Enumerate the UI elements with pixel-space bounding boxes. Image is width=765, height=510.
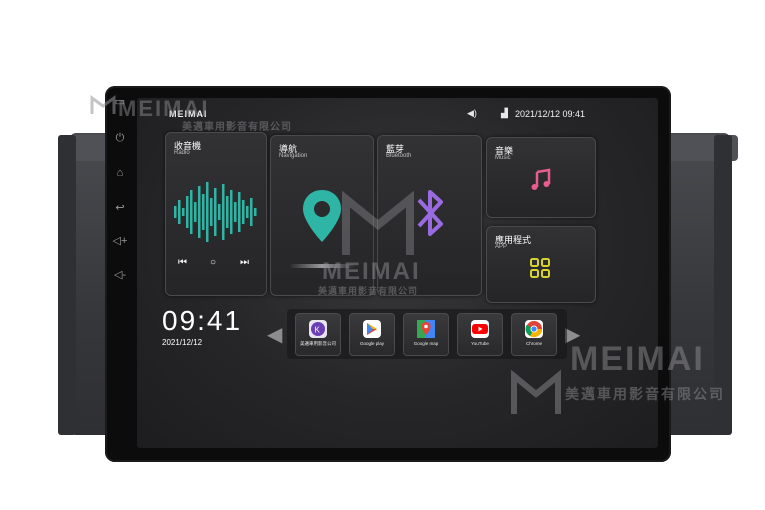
watermark-company: 美邁車用影音有限公司	[182, 122, 292, 133]
dock-app-maps[interactable]: Google map	[403, 313, 449, 356]
apps-card[interactable]: 應用程式 APP	[486, 226, 596, 303]
signal-icon: ▟	[501, 108, 508, 118]
watermark-logo-icon	[508, 368, 564, 423]
clock-time: 09:41	[162, 305, 243, 336]
music-subtitle: Music	[495, 155, 511, 161]
watermark-company: 美邁車用影音有限公司	[318, 286, 419, 296]
back-button[interactable]: ↩	[112, 200, 128, 216]
play-store-icon	[363, 320, 381, 338]
volume-icon: ◀)	[467, 108, 477, 118]
map-pin-icon	[301, 188, 343, 249]
watermark-company: 美邁車用影音有限公司	[565, 386, 725, 402]
next-button[interactable]: ⏭	[240, 257, 249, 268]
clock-date: 2021/12/12	[162, 338, 203, 347]
play-button[interactable]: ○	[210, 257, 216, 268]
dock-app-kk[interactable]: K 美邁車用影音公司	[295, 313, 341, 356]
maps-icon	[417, 320, 435, 338]
power-button[interactable]: ⏻	[112, 130, 128, 146]
apps-grid-icon	[529, 257, 551, 284]
waveform-icon	[172, 178, 260, 246]
radio-subtitle: Radio	[174, 150, 190, 156]
home-button[interactable]: ⌂	[112, 165, 128, 181]
previous-button[interactable]: ⏮	[178, 257, 187, 268]
dock-app-label: Chrome	[525, 341, 542, 346]
bluetooth-icon	[414, 186, 446, 245]
dock-app-play[interactable]: Google play	[349, 313, 395, 356]
kk-app-icon: K	[309, 320, 327, 338]
dock-app-label: Google map	[413, 341, 439, 346]
dock-app-label: YouTube	[471, 341, 489, 346]
radio-card[interactable]: 收音機 Radio ⏮ ○ ⏭	[165, 132, 267, 296]
watermark-brand: MEIMAI	[322, 258, 421, 285]
apps-subtitle: APP	[495, 244, 508, 250]
status-datetime: 2021/12/12 09:41	[515, 109, 586, 119]
dock-app-chrome[interactable]: Chrome	[511, 313, 557, 356]
volume-up-button[interactable]: ◁+	[112, 233, 128, 249]
volume-down-button[interactable]: ◁-	[112, 267, 128, 283]
chrome-icon	[525, 320, 543, 338]
dock-app-label: Google play	[359, 341, 385, 346]
dock-app-label: 美邁車用影音公司	[300, 341, 336, 346]
watermark-brand: MEIMAI	[570, 340, 705, 378]
dock-left-arrow[interactable]: ◀	[267, 322, 282, 347]
svg-text:K: K	[315, 326, 321, 335]
youtube-icon	[471, 320, 489, 338]
bluetooth-subtitle: Bluetooth	[386, 153, 412, 159]
dock-app-youtube[interactable]: YouTube	[457, 313, 503, 356]
trim-left-edge	[58, 135, 76, 435]
music-note-icon	[529, 168, 553, 197]
watermark-logo-icon	[90, 94, 116, 121]
music-card[interactable]: 音樂 Music	[486, 137, 596, 218]
navigation-subtitle: Navigation	[279, 153, 308, 159]
